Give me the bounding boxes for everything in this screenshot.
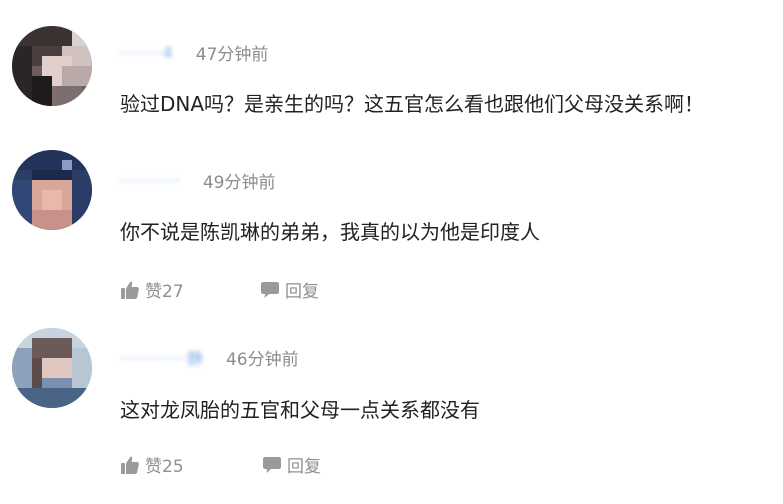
reply-label: 回复 — [285, 282, 319, 302]
timestamp: 47分钟前 — [195, 44, 269, 65]
reply-button[interactable]: 回复 — [260, 277, 319, 302]
avatar[interactable] — [12, 26, 92, 106]
speech-bubble-icon — [261, 281, 279, 298]
comment-text: 这对龙凤胎的五官和父母一点关系都没有 — [120, 398, 480, 422]
speech-bubble-icon — [263, 456, 281, 473]
timestamp: 46分钟前 — [225, 349, 299, 370]
like-count: 赞27 — [145, 282, 184, 302]
like-count: 赞25 — [145, 457, 184, 477]
username[interactable]: ·······4 — [120, 43, 174, 62]
thumbs-up-icon — [121, 456, 139, 474]
timestamp: 49分钟前 — [202, 172, 276, 193]
comment-meta: ···········静 46分钟前 — [120, 345, 299, 370]
avatar[interactable] — [12, 150, 92, 230]
username[interactable]: ·········· — [120, 171, 181, 190]
comment-text: 你不说是陈凯琳的弟弟，我真的以为他是印度人 — [120, 220, 540, 244]
username[interactable]: ···········静 — [120, 345, 204, 369]
comment-meta: ·········· 49分钟前 — [120, 168, 276, 193]
avatar[interactable] — [12, 328, 92, 408]
like-button[interactable]: 赞25 — [120, 452, 184, 477]
reply-button[interactable]: 回复 — [262, 452, 321, 477]
like-button[interactable]: 赞27 — [120, 277, 184, 302]
thumbs-up-icon — [121, 281, 139, 299]
comment-meta: ·······4 47分钟前 — [120, 40, 269, 65]
comment-text: 验过DNA吗？是亲生的吗？这五官怎么看也跟他们父母没关系啊！ — [120, 92, 705, 116]
reply-label: 回复 — [287, 457, 321, 477]
